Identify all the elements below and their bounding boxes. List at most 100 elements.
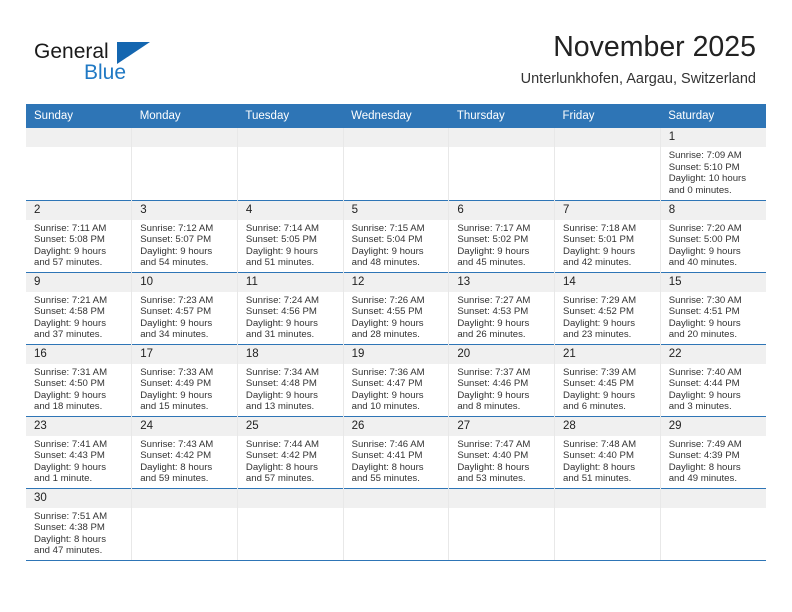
page-title: November 2025 bbox=[553, 31, 756, 63]
calendar-day-cell[interactable]: 26 Sunrise: 7:46 AM Sunset: 4:41 PM Dayligh… bbox=[343, 415, 450, 488]
calendar-week-row: 23 Sunrise: 7:41 AM Sunset: 4:43 PM Dayligh… bbox=[26, 415, 766, 488]
daylight-text-cont: and 40 minutes. bbox=[668, 257, 737, 269]
sunset-text: Sunset: 4:51 PM bbox=[668, 306, 740, 318]
day-details: Sunrise: 7:43 AM Sunset: 4:42 PM Daylight:… bbox=[132, 436, 237, 485]
calendar-day-cell[interactable]: 7 Sunrise: 7:18 AM Sunset: 5:01 PM Daylight… bbox=[554, 199, 661, 272]
calendar-day-cell[interactable]: 15 Sunrise: 7:30 AM Sunset: 4:51 PM Dayligh… bbox=[660, 271, 766, 344]
sunset-text: Sunset: 5:10 PM bbox=[668, 161, 740, 173]
calendar-day-cell[interactable]: 14 Sunrise: 7:29 AM Sunset: 4:52 PM Dayligh… bbox=[554, 271, 661, 344]
calendar-day-cell[interactable]: 9 Sunrise: 7:21 AM Sunset: 4:58 PM Daylight… bbox=[26, 271, 133, 344]
calendar-day-cell[interactable]: 29 Sunrise: 7:49 AM Sunset: 4:39 PM Dayligh… bbox=[660, 415, 766, 488]
sunrise-text: Sunrise: 7:37 AM bbox=[457, 366, 531, 378]
daylight-text-cont: and 49 minutes. bbox=[668, 473, 737, 485]
calendar-day-cell[interactable]: 12 Sunrise: 7:26 AM Sunset: 4:55 PM Dayligh… bbox=[343, 271, 450, 344]
calendar-day-cell[interactable]: 16 Sunrise: 7:31 AM Sunset: 4:50 PM Dayligh… bbox=[26, 343, 133, 416]
daylight-text: Daylight: 9 hours bbox=[140, 389, 213, 401]
calendar-day-cell[interactable]: 18 Sunrise: 7:34 AM Sunset: 4:48 PM Dayligh… bbox=[237, 343, 344, 416]
sunset-text: Sunset: 4:52 PM bbox=[563, 306, 634, 318]
page-header: General Blue November 2025 Unterlunkhofe… bbox=[0, 0, 792, 100]
sunset-text: Sunset: 4:48 PM bbox=[245, 378, 317, 390]
calendar-day-cell[interactable]: 13 Sunrise: 7:27 AM Sunset: 4:53 PM Dayligh… bbox=[448, 271, 556, 344]
calendar-day-cell[interactable]: 6 Sunrise: 7:17 AM Sunset: 5:02 PM Daylight… bbox=[448, 199, 556, 272]
day-number bbox=[555, 488, 660, 508]
sunset-text: Sunset: 4:43 PM bbox=[34, 450, 105, 462]
daylight-text-cont: and 18 minutes. bbox=[34, 401, 103, 413]
sunset-text: Sunset: 4:45 PM bbox=[563, 378, 634, 390]
day-details: Sunrise: 7:12 AM Sunset: 5:07 PM Daylight:… bbox=[132, 220, 237, 269]
day-details: Sunrise: 7:17 AM Sunset: 5:02 PM Daylight:… bbox=[449, 220, 554, 269]
calendar-day-cell[interactable]: 8 Sunrise: 7:20 AM Sunset: 5:00 PM Daylight… bbox=[660, 199, 766, 272]
day-details: Sunrise: 7:51 AM Sunset: 4:38 PM Daylight:… bbox=[26, 508, 131, 557]
day-number bbox=[237, 128, 343, 147]
daylight-text: Daylight: 9 hours bbox=[563, 389, 636, 401]
sunrise-text: Sunrise: 7:11 AM bbox=[34, 222, 107, 234]
day-details: Sunrise: 7:40 AM Sunset: 4:44 PM Daylight:… bbox=[661, 364, 766, 413]
sunset-text: Sunset: 4:40 PM bbox=[457, 450, 529, 462]
calendar-day-cell[interactable]: 25 Sunrise: 7:44 AM Sunset: 4:42 PM Dayligh… bbox=[237, 415, 344, 488]
day-details: Sunrise: 7:15 AM Sunset: 5:04 PM Daylight:… bbox=[344, 220, 449, 269]
day-number: 17 bbox=[132, 344, 237, 364]
sunset-text: Sunset: 4:42 PM bbox=[245, 450, 317, 462]
sunset-text: Sunset: 5:02 PM bbox=[457, 234, 529, 246]
calendar-day-cell[interactable]: 23 Sunrise: 7:41 AM Sunset: 4:43 PM Dayligh… bbox=[26, 415, 133, 488]
day-details: Sunrise: 7:47 AM Sunset: 4:40 PM Daylight:… bbox=[449, 436, 554, 485]
calendar-day-cell[interactable]: 5 Sunrise: 7:15 AM Sunset: 5:04 PM Daylight… bbox=[343, 199, 450, 272]
sunrise-text: Sunrise: 7:41 AM bbox=[34, 438, 108, 450]
daylight-text: Daylight: 9 hours bbox=[351, 317, 424, 329]
day-number: 24 bbox=[132, 416, 237, 436]
daylight-text-cont: and 57 minutes. bbox=[34, 257, 103, 269]
calendar-day-cell[interactable]: 17 Sunrise: 7:33 AM Sunset: 4:49 PM Dayligh… bbox=[131, 343, 238, 416]
day-details: Sunrise: 7:41 AM Sunset: 4:43 PM Daylight:… bbox=[26, 436, 131, 485]
calendar-day-cell[interactable]: 24 Sunrise: 7:43 AM Sunset: 4:42 PM Dayligh… bbox=[131, 415, 238, 488]
calendar-day-cell[interactable]: 1 Sunrise: 7:09 AM Sunset: 5:10 PM Daylight… bbox=[660, 128, 766, 200]
calendar-empty-cell bbox=[131, 487, 238, 561]
daylight-text: Daylight: 8 hours bbox=[245, 461, 318, 473]
calendar-day-cell[interactable]: 4 Sunrise: 7:14 AM Sunset: 5:05 PM Daylight… bbox=[237, 199, 344, 272]
calendar-day-cell[interactable]: 2 Sunrise: 7:11 AM Sunset: 5:08 PM Daylight… bbox=[26, 199, 133, 272]
weekday-header-friday: Friday bbox=[554, 104, 661, 128]
sunrise-text: Sunrise: 7:43 AM bbox=[140, 438, 214, 450]
day-details: Sunrise: 7:33 AM Sunset: 4:49 PM Daylight:… bbox=[132, 364, 237, 413]
day-details: Sunrise: 7:27 AM Sunset: 4:53 PM Daylight:… bbox=[449, 292, 554, 341]
calendar-day-cell[interactable]: 21 Sunrise: 7:39 AM Sunset: 4:45 PM Dayligh… bbox=[554, 343, 661, 416]
calendar-day-cell[interactable]: 11 Sunrise: 7:24 AM Sunset: 4:56 PM Dayligh… bbox=[237, 271, 344, 344]
daylight-text-cont: and 55 minutes. bbox=[351, 473, 420, 485]
day-number: 7 bbox=[555, 200, 660, 220]
calendar-day-cell[interactable]: 28 Sunrise: 7:48 AM Sunset: 4:40 PM Dayligh… bbox=[554, 415, 661, 488]
daylight-text-cont: and 1 minute. bbox=[34, 473, 93, 485]
calendar-day-cell[interactable]: 10 Sunrise: 7:23 AM Sunset: 4:57 PM Dayligh… bbox=[131, 271, 238, 344]
day-number: 9 bbox=[26, 272, 132, 292]
daylight-text-cont: and 51 minutes. bbox=[563, 473, 632, 485]
calendar-page: General Blue November 2025 Unterlunkhofe… bbox=[0, 0, 792, 612]
daylight-text: Daylight: 10 hours bbox=[668, 173, 747, 185]
calendar-day-cell[interactable]: 19 Sunrise: 7:36 AM Sunset: 4:47 PM Dayligh… bbox=[343, 343, 450, 416]
calendar-week-row: 1 Sunrise: 7:09 AM Sunset: 5:10 PM Daylight… bbox=[26, 128, 766, 200]
daylight-text-cont: and 23 minutes. bbox=[563, 329, 632, 341]
day-details: Sunrise: 7:44 AM Sunset: 4:42 PM Daylight:… bbox=[238, 436, 343, 485]
sunset-text: Sunset: 5:08 PM bbox=[34, 234, 105, 246]
day-number bbox=[343, 128, 449, 147]
day-details: Sunrise: 7:30 AM Sunset: 4:51 PM Daylight:… bbox=[661, 292, 766, 341]
sunrise-text: Sunrise: 7:15 AM bbox=[351, 222, 425, 234]
sunset-text: Sunset: 4:39 PM bbox=[668, 450, 740, 462]
sunrise-text: Sunrise: 7:47 AM bbox=[457, 438, 531, 450]
day-number: 30 bbox=[26, 488, 132, 508]
calendar-day-cell[interactable]: 22 Sunrise: 7:40 AM Sunset: 4:44 PM Dayligh… bbox=[660, 343, 766, 416]
day-number bbox=[555, 128, 660, 147]
daylight-text: Daylight: 9 hours bbox=[34, 317, 106, 329]
sunset-text: Sunset: 4:57 PM bbox=[140, 306, 212, 318]
weekday-header-tuesday: Tuesday bbox=[237, 104, 344, 128]
calendar-day-cell[interactable]: 20 Sunrise: 7:37 AM Sunset: 4:46 PM Dayligh… bbox=[448, 343, 556, 416]
daylight-text: Daylight: 9 hours bbox=[34, 245, 106, 257]
calendar-day-cell[interactable]: 27 Sunrise: 7:47 AM Sunset: 4:40 PM Dayligh… bbox=[448, 415, 556, 488]
calendar-week-row: 2 Sunrise: 7:11 AM Sunset: 5:08 PM Daylight… bbox=[26, 199, 766, 272]
daylight-text-cont: and 10 minutes. bbox=[351, 401, 420, 413]
sunrise-text: Sunrise: 7:30 AM bbox=[668, 294, 742, 306]
calendar-day-cell[interactable]: 3 Sunrise: 7:12 AM Sunset: 5:07 PM Daylight… bbox=[131, 199, 238, 272]
day-number: 1 bbox=[660, 128, 766, 147]
calendar-day-cell[interactable]: 30 Sunrise: 7:51 AM Sunset: 4:38 PM Dayligh… bbox=[26, 487, 133, 561]
sunrise-text: Sunrise: 7:44 AM bbox=[245, 438, 319, 450]
day-number: 26 bbox=[343, 416, 449, 436]
sunset-text: Sunset: 5:01 PM bbox=[563, 234, 634, 246]
daylight-text-cont: and 34 minutes. bbox=[140, 329, 209, 341]
